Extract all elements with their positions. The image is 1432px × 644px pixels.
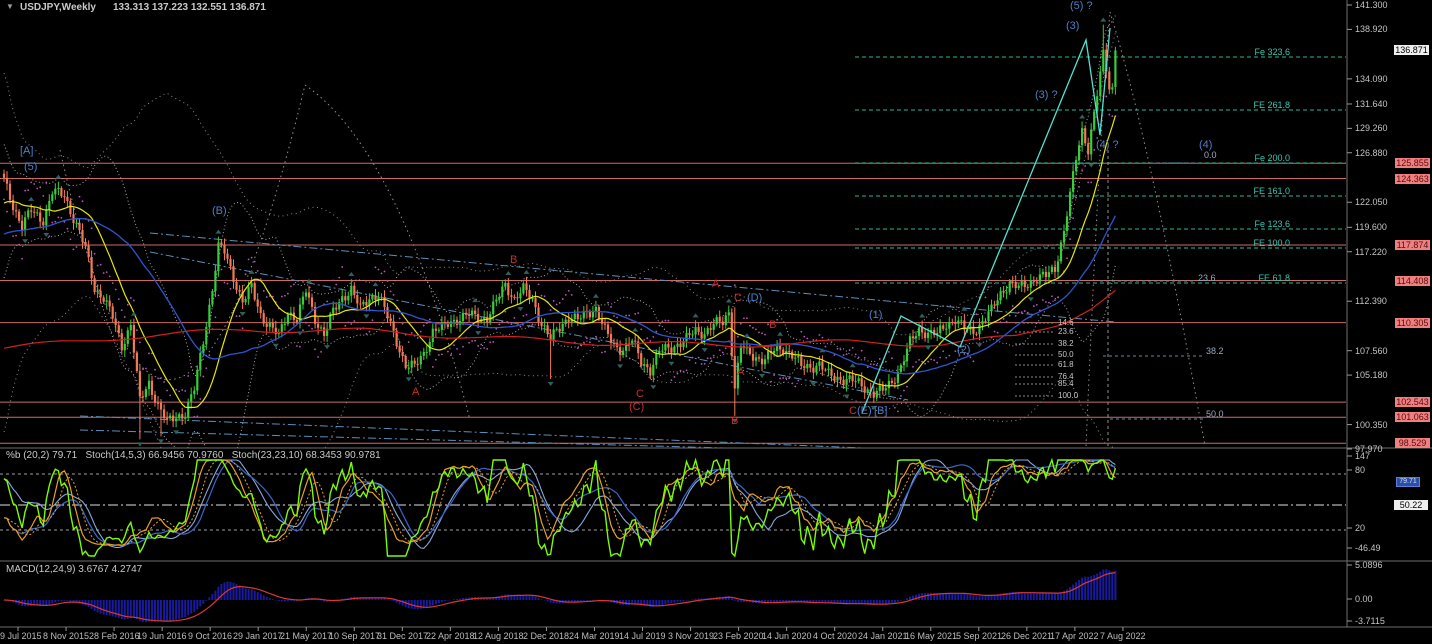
trendlines [80,233,1115,452]
fractal-arrows [22,18,1106,447]
fibonacci-retracement-lines [1015,163,1204,419]
bollinger-bands [4,16,1115,511]
chart-canvas[interactable] [0,0,1432,644]
parabolic-sar-dots [3,95,1116,417]
panel-frames [0,0,1432,631]
zigzag-line [862,28,1110,413]
candlesticks [3,25,1117,440]
moving-averages [4,116,1115,408]
terminal-window: { "title": {"symbol": "USDJPY,Weekly", "… [0,0,1432,644]
horizontal-level-lines [0,163,1346,443]
oscillator-panel-lines [0,460,1346,556]
macd-panel [3,569,1116,622]
